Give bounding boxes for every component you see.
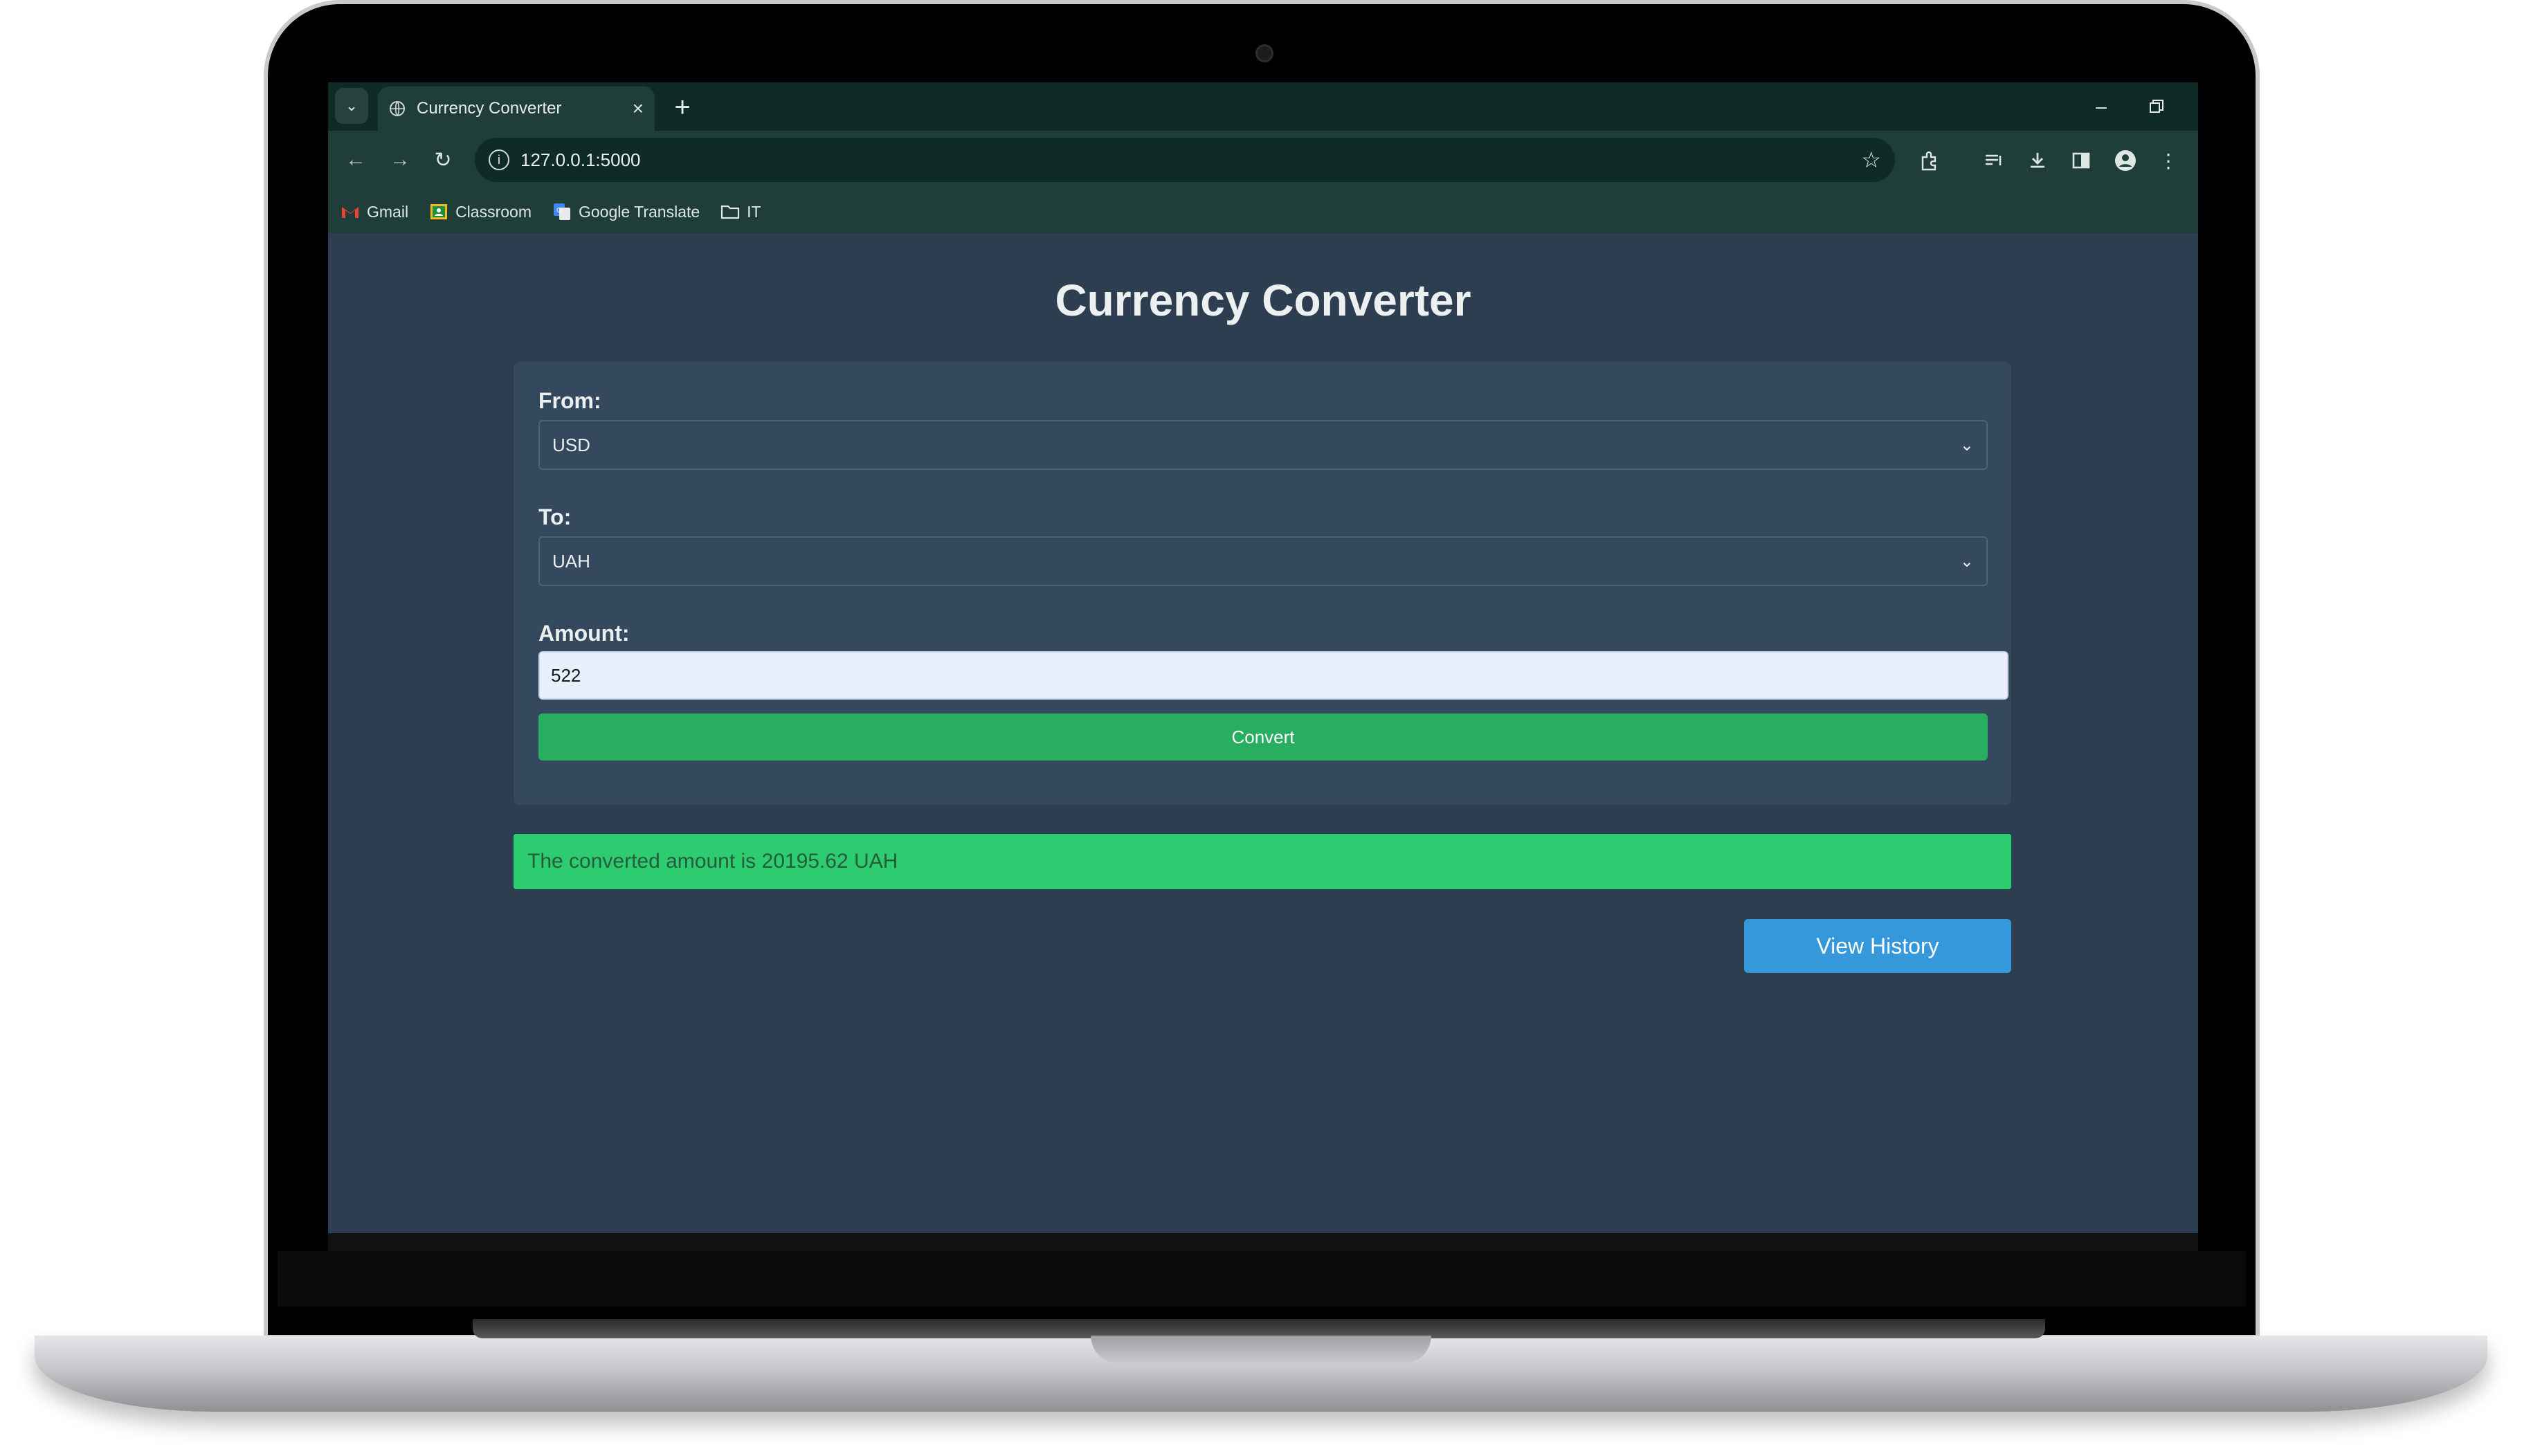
folder-icon	[720, 202, 740, 221]
from-currency-value: USD	[552, 434, 590, 455]
convert-button[interactable]: Convert	[538, 713, 1988, 761]
address-bar[interactable]: i 127.0.0.1:5000 ☆	[475, 138, 1895, 182]
bookmark-gmail[interactable]: Gmail	[341, 202, 408, 221]
new-tab-button[interactable]: +	[667, 92, 698, 122]
classroom-icon	[429, 202, 448, 221]
webcam	[1255, 44, 1273, 62]
download-icon[interactable]	[2023, 146, 2052, 175]
page-content: Currency Converter From: USD ⌄ To: UAH ⌄…	[328, 233, 2198, 1233]
minimize-button[interactable]: –	[2080, 89, 2122, 124]
bookmark-label: Classroom	[455, 202, 532, 221]
gmail-icon	[341, 202, 360, 221]
bookmark-classroom[interactable]: Classroom	[429, 202, 532, 221]
profile-avatar-icon[interactable]	[2111, 146, 2140, 175]
side-panel-icon[interactable]	[2067, 146, 2096, 175]
laptop-bezel	[278, 1251, 2246, 1307]
page-title: Currency Converter	[1055, 275, 1471, 325]
bookmark-star-icon[interactable]: ☆	[1861, 147, 1881, 173]
extensions-icon[interactable]	[1914, 146, 1943, 175]
reload-icon[interactable]: ↻	[428, 145, 458, 175]
globe-icon	[389, 100, 406, 117]
more-menu-icon[interactable]: ⋮	[2154, 146, 2183, 175]
chevron-down-icon: ⌄	[345, 97, 359, 114]
restore-icon	[2150, 100, 2163, 113]
back-arrow-icon[interactable]: ←	[341, 145, 371, 175]
browser-toolbar: ← → ↻ i 127.0.0.1:5000 ☆ ⋮	[328, 131, 2198, 190]
tab-title: Currency Converter	[417, 99, 562, 118]
site-info-icon[interactable]: i	[489, 149, 509, 170]
to-currency-value: UAH	[552, 550, 590, 572]
amount-label: Amount:	[538, 621, 630, 646]
tab-currency-converter[interactable]: Currency Converter ×	[378, 87, 655, 131]
bookmark-google-translate[interactable]: G Google Translate	[552, 202, 700, 221]
tab-strip: ⌄ Currency Converter × + – ✕	[328, 82, 2198, 131]
from-label: From:	[538, 388, 601, 413]
bookmark-folder-it[interactable]: IT	[720, 202, 761, 221]
from-currency-select[interactable]: USD ⌄	[538, 420, 1988, 470]
reading-list-icon[interactable]	[1979, 146, 2008, 175]
close-tab-icon[interactable]: ×	[633, 98, 644, 120]
url-text: 127.0.0.1:5000	[520, 149, 641, 170]
translate-icon: G	[552, 202, 572, 221]
to-label: To:	[538, 504, 572, 529]
tab-search-button[interactable]: ⌄	[335, 88, 368, 124]
screen-bottom-edge	[328, 1233, 2198, 1251]
bookmark-label: Google Translate	[578, 202, 700, 221]
laptop-notch	[1091, 1336, 1431, 1363]
to-currency-select[interactable]: UAH ⌄	[538, 536, 1988, 586]
amount-input[interactable]	[538, 651, 2008, 700]
close-window-button[interactable]: ✕	[2191, 89, 2198, 124]
bookmark-label: Gmail	[367, 202, 409, 221]
bookmark-label: IT	[747, 202, 761, 221]
view-history-button[interactable]: View History	[1744, 919, 2011, 973]
bookmarks-bar: Gmail Classroom G Google Translate IT	[328, 190, 2198, 233]
conversion-result: The converted amount is 20195.62 UAH	[514, 834, 2011, 889]
chevron-down-icon: ⌄	[1959, 435, 1974, 455]
chevron-down-icon: ⌄	[1959, 552, 1974, 571]
converter-form: From: USD ⌄ To: UAH ⌄ Amount: Convert	[514, 362, 2011, 805]
forward-arrow-icon[interactable]: →	[385, 145, 415, 175]
restore-button[interactable]	[2136, 89, 2177, 124]
svg-text:G: G	[556, 207, 562, 215]
browser-window: ⌄ Currency Converter × + – ✕ ← → ↻ i 127…	[328, 82, 2198, 1233]
